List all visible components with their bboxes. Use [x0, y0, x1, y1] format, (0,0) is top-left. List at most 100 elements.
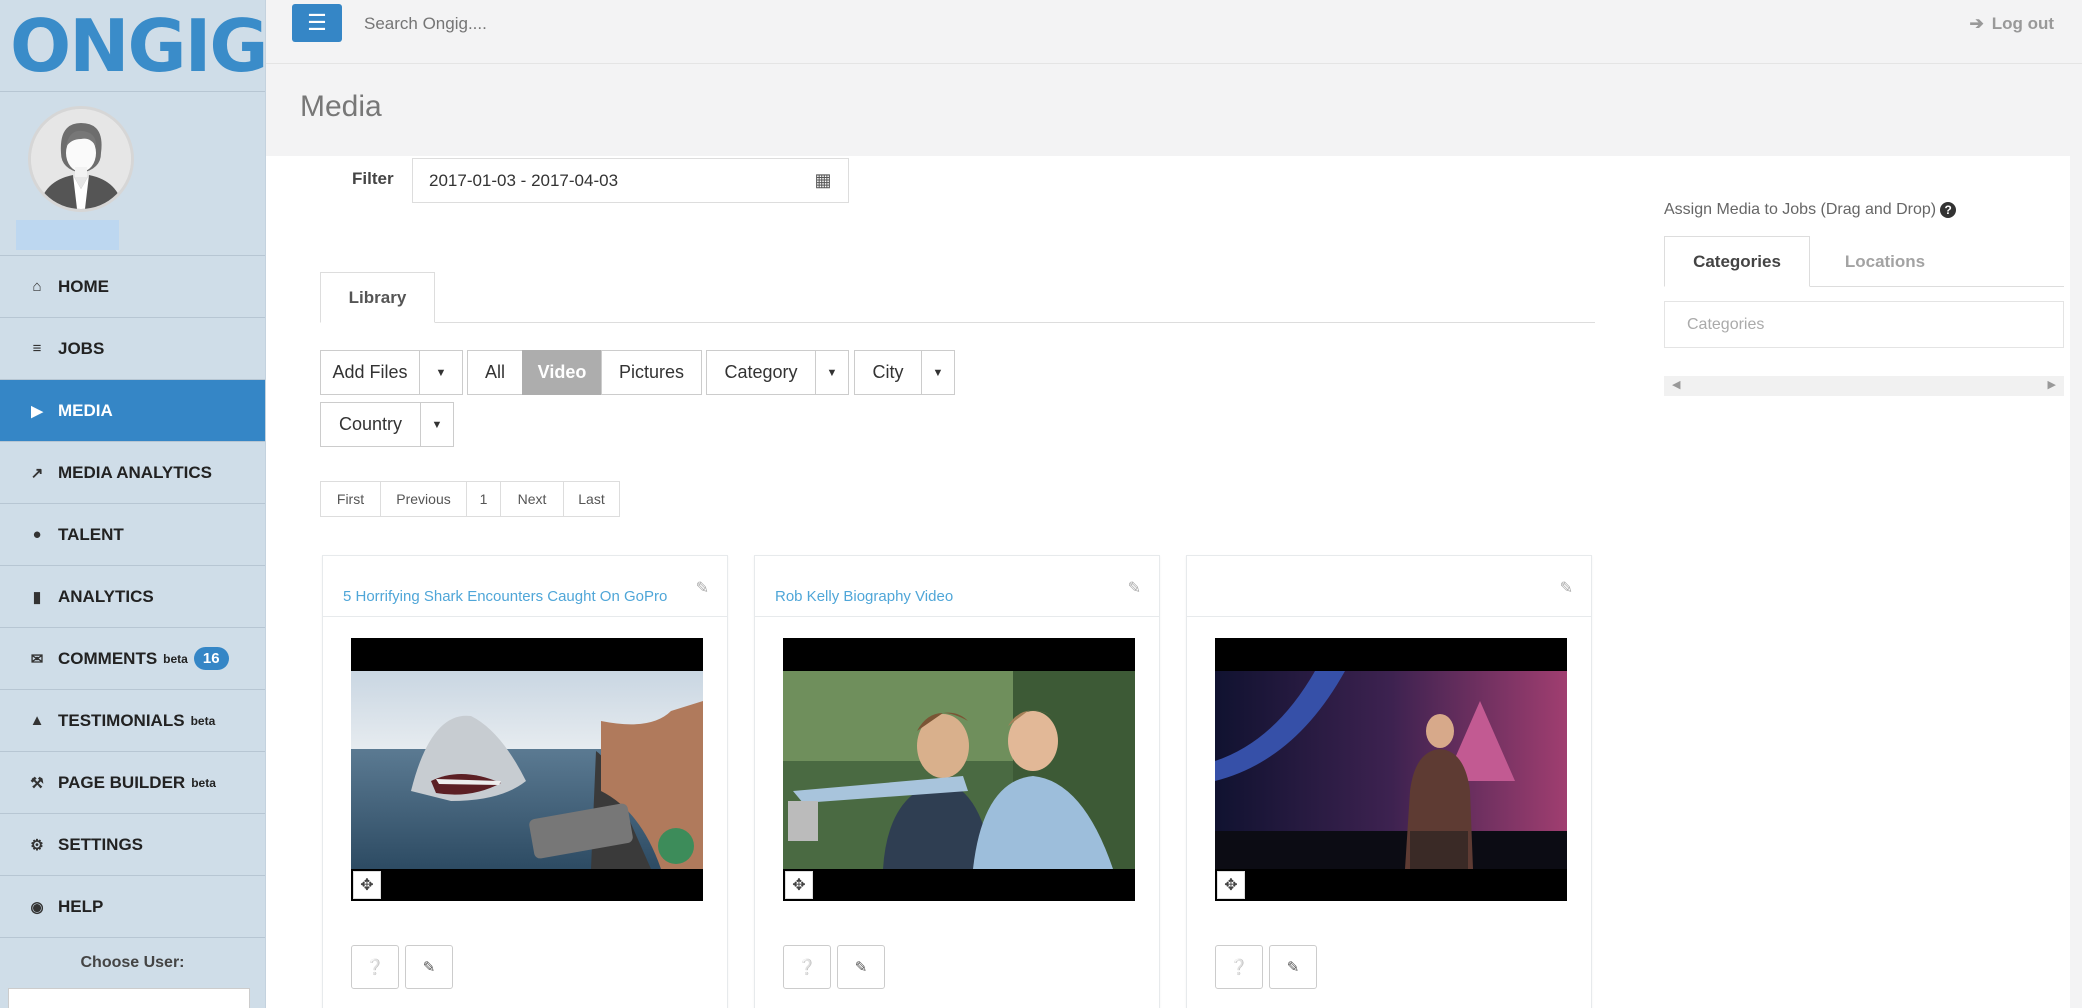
envelope-icon: ✉: [30, 650, 44, 668]
pencil-icon[interactable]: ✎: [1560, 578, 1573, 598]
menu-toggle-button[interactable]: ☰: [292, 4, 342, 42]
horizontal-scrollbar[interactable]: ◀ ▶: [1664, 376, 2064, 396]
pager-last[interactable]: Last: [563, 481, 620, 517]
info-button[interactable]: ❔: [783, 945, 831, 989]
calendar-button[interactable]: ▦: [798, 158, 849, 203]
pencil-icon: ✎: [1286, 959, 1300, 976]
video-thumbnail[interactable]: ✥: [1215, 638, 1567, 901]
arrows-icon: ✥: [360, 877, 374, 894]
pencil-icon[interactable]: ✎: [1128, 578, 1141, 598]
add-files-button[interactable]: Add Files: [320, 350, 420, 395]
nav-jobs[interactable]: ≡ JOBS: [0, 318, 265, 380]
caret-down-icon: ▼: [932, 366, 944, 379]
logo[interactable]: ONGIG: [0, 0, 268, 92]
beta-tag: beta: [191, 775, 216, 790]
bars-icon: ≡: [32, 340, 42, 357]
edit-button[interactable]: ✎: [405, 945, 453, 989]
nav-help[interactable]: ◉ HELP: [0, 876, 265, 938]
info-button[interactable]: ❔: [351, 945, 399, 989]
media-title-link[interactable]: 5 Horrifying Shark Encounters Caught On …: [343, 588, 667, 605]
gear-icon: ⚙: [30, 836, 44, 854]
pager-next[interactable]: Next: [500, 481, 564, 517]
arrow-left-icon[interactable]: ◀: [1672, 378, 1680, 391]
card-header: ✎: [1187, 556, 1591, 617]
question-circle-icon: ❔: [1229, 959, 1249, 976]
pager-previous[interactable]: Previous: [380, 481, 467, 517]
question-circle-icon[interactable]: ?: [1940, 202, 1957, 218]
line-chart-icon: ↗: [30, 464, 44, 482]
pager-first[interactable]: First: [320, 481, 381, 517]
caret-down-icon: ▼: [431, 418, 443, 431]
pencil-icon: ✎: [422, 959, 436, 976]
users-icon: ●: [32, 526, 42, 543]
media-card: 5 Horrifying Shark Encounters Caught On …: [322, 555, 728, 1008]
choose-user-label: Choose User:: [80, 954, 185, 971]
video-camera-icon: ▶: [31, 402, 43, 420]
search-input[interactable]: [364, 8, 864, 40]
video-thumbnail[interactable]: ✥: [351, 638, 703, 901]
caret-down-icon: ▼: [435, 366, 447, 379]
filter-pictures-button[interactable]: Pictures: [601, 350, 702, 395]
arrows-icon: ✥: [792, 877, 806, 894]
tab-categories[interactable]: Categories: [1664, 236, 1810, 287]
choose-user-select[interactable]: [8, 988, 250, 1008]
question-circle-icon: ❔: [365, 959, 385, 976]
category-dropdown[interactable]: ▼: [815, 350, 849, 395]
media-card: Rob Kelly Biography Video ✎ ✥ ❔ ✎: [754, 555, 1160, 1008]
hamburger-icon: ☰: [307, 10, 327, 35]
arrows-icon: ✥: [1224, 877, 1238, 894]
caret-down-icon: ▼: [826, 366, 838, 379]
question-circle-icon: ❔: [797, 959, 817, 976]
nav-home[interactable]: ⌂ HOME: [0, 256, 265, 318]
nav-media[interactable]: ▶ MEDIA: [0, 380, 265, 442]
pencil-icon[interactable]: ✎: [696, 578, 709, 598]
page-title: Media: [300, 90, 382, 123]
drag-handle[interactable]: ✥: [785, 871, 813, 899]
username-field[interactable]: [16, 220, 119, 250]
filter-all-button[interactable]: All: [467, 350, 523, 395]
pager-page-1[interactable]: 1: [466, 481, 501, 517]
video-thumbnail[interactable]: ✥: [783, 638, 1135, 901]
filter-video-button[interactable]: Video: [522, 350, 602, 395]
logout-button[interactable]: ➔ Log out: [1969, 14, 2054, 34]
edit-button[interactable]: ✎: [1269, 945, 1317, 989]
home-icon: ⌂: [32, 278, 42, 295]
topbar: ☰ ➔Log out: [266, 0, 2082, 64]
beta-tag: beta: [163, 651, 188, 666]
nav-analytics[interactable]: ▮ ANALYTICS: [0, 566, 265, 628]
city-dropdown[interactable]: ▼: [921, 350, 955, 395]
edit-button[interactable]: ✎: [837, 945, 885, 989]
life-ring-icon: ◉: [30, 898, 44, 916]
nav-comments[interactable]: ✉ COMMENTS beta 16: [0, 628, 265, 690]
arrow-right-icon[interactable]: ▶: [2048, 378, 2056, 391]
page-scrollbar[interactable]: [2070, 64, 2082, 1008]
nav-media-analytics[interactable]: ↗ MEDIA ANALYTICS: [0, 442, 265, 504]
card-header: Rob Kelly Biography Video ✎: [755, 556, 1159, 617]
add-files-dropdown[interactable]: ▼: [419, 350, 463, 395]
comments-count-badge: 16: [193, 647, 229, 670]
media-card: ✎ ✥ ❔ ✎: [1186, 555, 1592, 1008]
categories-field[interactable]: Categories: [1664, 301, 2064, 348]
nav-settings[interactable]: ⚙ SETTINGS: [0, 814, 265, 876]
drag-handle[interactable]: ✥: [1217, 871, 1245, 899]
beta-tag: beta: [190, 713, 216, 728]
nav: ⌂ HOME ≡ JOBS ▶ MEDIA ↗ MEDIA ANALYTICS ● TAL…: [0, 256, 265, 938]
pencil-icon: ✎: [854, 959, 868, 976]
filter-label: Filter: [352, 169, 394, 188]
category-button[interactable]: Category: [706, 350, 816, 395]
nav-page-builder[interactable]: ⚒ PAGE BUILDER beta: [0, 752, 265, 814]
date-range-input[interactable]: 2017-01-03 - 2017-04-03: [412, 158, 799, 203]
nav-talent[interactable]: ● TALENT: [0, 504, 265, 566]
city-button[interactable]: City: [854, 350, 922, 395]
tab-library[interactable]: Library: [320, 272, 435, 323]
country-button[interactable]: Country: [320, 402, 421, 447]
media-title-link[interactable]: Rob Kelly Biography Video: [775, 588, 953, 605]
tab-divider: [320, 322, 1595, 323]
nav-testimonials[interactable]: ▲ TESTIMONIALS beta: [0, 690, 265, 752]
calendar-icon: ▦: [814, 170, 832, 190]
info-button[interactable]: ❔: [1215, 945, 1263, 989]
country-dropdown[interactable]: ▼: [420, 402, 454, 447]
avatar[interactable]: [28, 106, 134, 212]
tab-locations[interactable]: Locations: [1812, 236, 1958, 287]
drag-handle[interactable]: ✥: [353, 871, 381, 899]
